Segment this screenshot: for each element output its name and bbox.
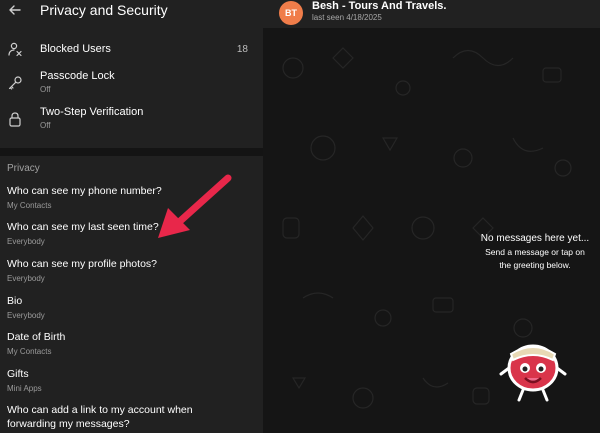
- phone-number-privacy-label: Who can see my phone number?: [7, 185, 162, 197]
- chat-title[interactable]: Besh - Tours And Travels.: [312, 0, 446, 12]
- settings-header: Privacy and Security: [0, 0, 263, 28]
- date-of-birth-privacy-value: My Contacts: [7, 347, 52, 356]
- empty-chat-text-line2: the greeting below.: [499, 260, 571, 270]
- blocked-users-label: Blocked Users: [40, 43, 111, 55]
- blocked-users-count: 18: [236, 44, 248, 55]
- back-arrow-icon[interactable]: [7, 2, 23, 18]
- phone-number-privacy-value: My Contacts: [7, 201, 52, 210]
- gifts-privacy-label: Gifts: [7, 368, 29, 380]
- avatar[interactable]: BT: [279, 1, 303, 25]
- passcode-lock-item[interactable]: Passcode Lock Off: [0, 69, 263, 105]
- two-step-verification-item[interactable]: Two-Step Verification Off: [0, 105, 263, 141]
- passcode-lock-status: Off: [40, 85, 51, 94]
- chat-header[interactable]: BT Besh - Tours And Travels. last seen 4…: [263, 0, 600, 28]
- person-blocked-icon: [8, 42, 22, 57]
- key-icon: [8, 76, 22, 90]
- gifts-privacy-value: Mini Apps: [7, 384, 42, 393]
- profile-photos-privacy-item[interactable]: Who can see my profile photos? Everybody: [0, 258, 263, 292]
- greeting-sticker[interactable]: [497, 338, 569, 404]
- blocked-users-item[interactable]: Blocked Users 18: [0, 37, 263, 73]
- chat-panel: BT Besh - Tours And Travels. last seen 4…: [263, 0, 600, 433]
- forwarded-messages-privacy-label-line2: forwarding my messages?: [7, 418, 130, 430]
- last-seen-privacy-value: Everybody: [7, 237, 45, 246]
- empty-chat-text-line1: Send a message or tap on: [485, 247, 585, 257]
- lock-icon: [9, 112, 21, 127]
- profile-photos-privacy-label: Who can see my profile photos?: [7, 258, 157, 270]
- pointer-arrow-annotation: [158, 174, 232, 238]
- last-seen-privacy-label: Who can see my last seen time?: [7, 221, 159, 233]
- page-title: Privacy and Security: [40, 2, 168, 18]
- empty-chat-title: No messages here yet...: [480, 233, 590, 244]
- date-of-birth-privacy-item[interactable]: Date of Birth My Contacts: [0, 331, 263, 365]
- two-step-verification-status: Off: [40, 121, 51, 130]
- gifts-privacy-item[interactable]: Gifts Mini Apps: [0, 368, 263, 402]
- bio-privacy-value: Everybody: [7, 311, 45, 320]
- passcode-lock-label: Passcode Lock: [40, 70, 115, 82]
- forwarded-messages-privacy-item[interactable]: Who can add a link to my account when fo…: [0, 404, 263, 433]
- two-step-verification-label: Two-Step Verification: [40, 106, 144, 118]
- profile-photos-privacy-value: Everybody: [7, 274, 45, 283]
- empty-chat-notice: No messages here yet... Send a message o…: [470, 233, 600, 272]
- date-of-birth-privacy-label: Date of Birth: [7, 331, 66, 343]
- last-seen-status: last seen 4/18/2025: [312, 13, 382, 22]
- bio-privacy-label: Bio: [7, 295, 23, 307]
- forwarded-messages-privacy-label-line1: Who can add a link to my account when: [7, 404, 193, 416]
- section-divider: [0, 148, 263, 156]
- settings-panel: Privacy and Security Blocked Users 18 Pa…: [0, 0, 263, 433]
- bio-privacy-item[interactable]: Bio Everybody: [0, 295, 263, 329]
- privacy-section-title: Privacy: [7, 163, 40, 174]
